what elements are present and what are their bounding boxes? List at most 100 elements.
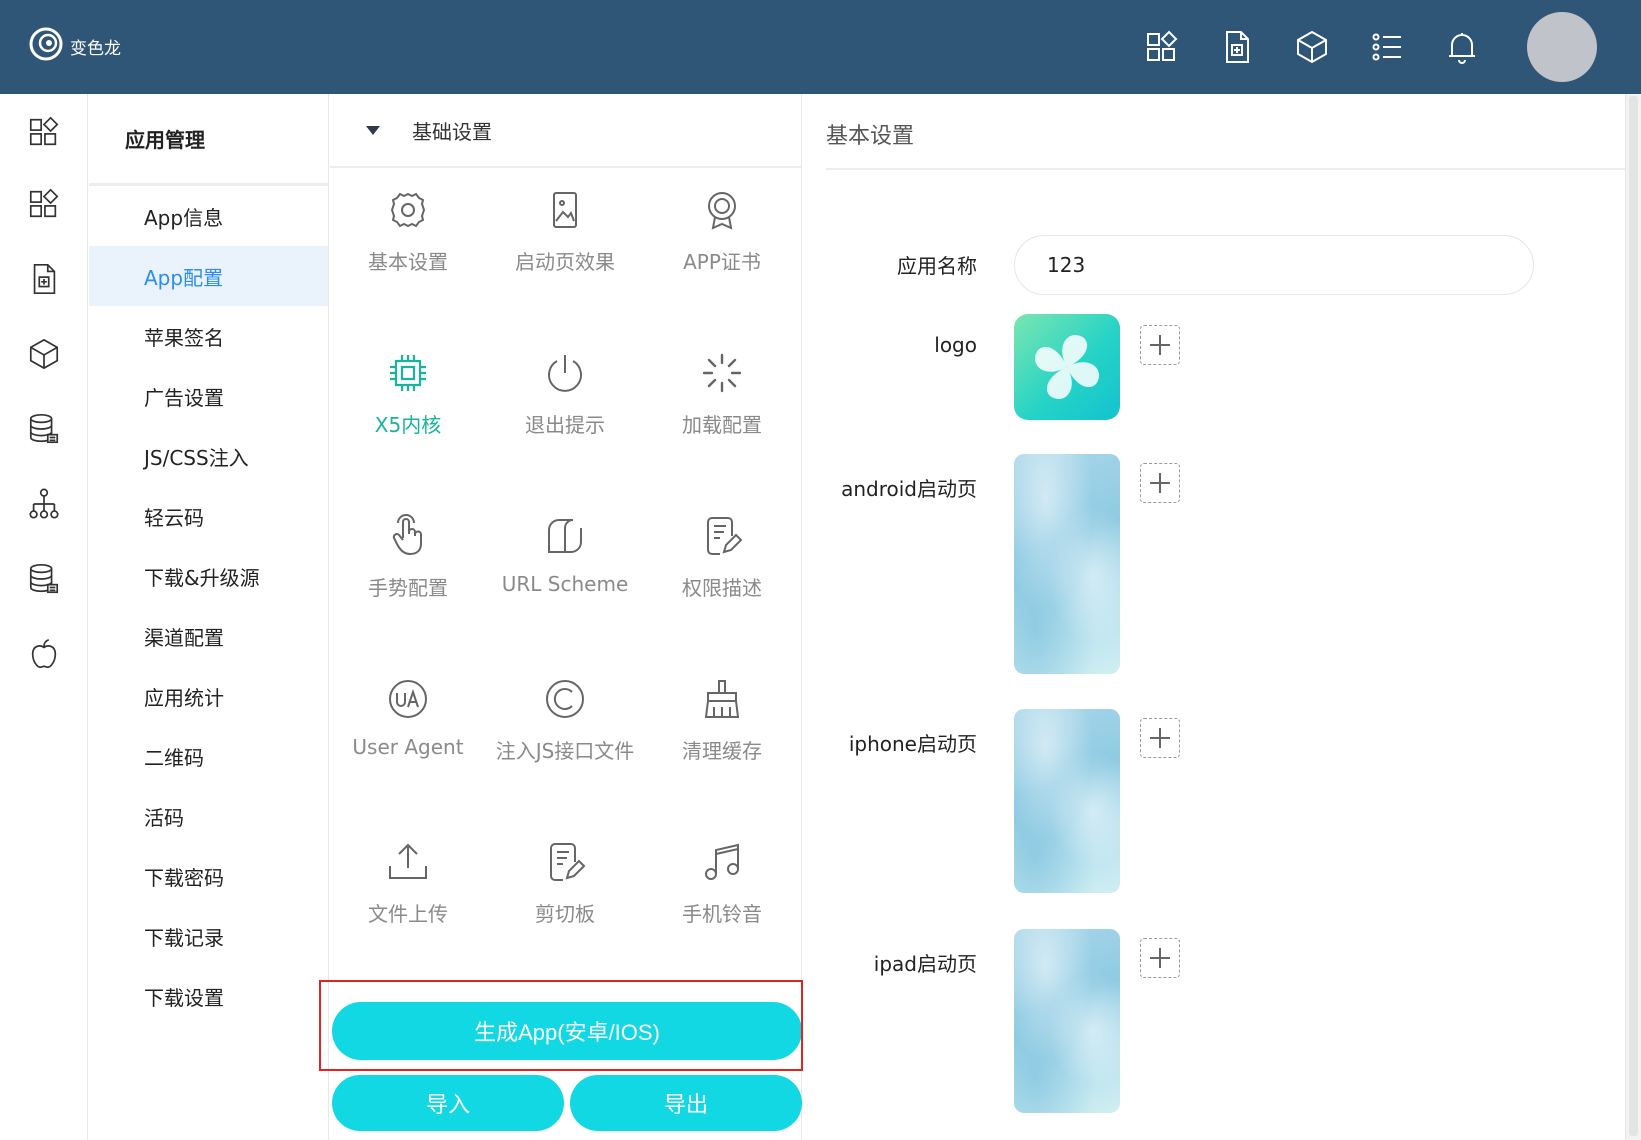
vertical-scrollbar[interactable] bbox=[1625, 94, 1641, 1140]
subnav-item-js-css-inject[interactable]: JS/CSS注入 bbox=[89, 426, 328, 486]
rail-hierarchy-icon[interactable] bbox=[0, 474, 88, 534]
music-icon bbox=[705, 843, 739, 880]
tile-splash-effect[interactable]: 启动页效果 bbox=[487, 174, 643, 294]
avatar[interactable] bbox=[1527, 12, 1597, 82]
loading-icon bbox=[702, 353, 742, 393]
tile-permission-desc[interactable]: 权限描述 bbox=[644, 500, 800, 620]
subnav-item-app-info[interactable]: App信息 bbox=[89, 186, 328, 246]
tile-label: 手机铃音 bbox=[682, 902, 762, 926]
ua-icon bbox=[389, 680, 427, 718]
subnav-item-download-records[interactable]: 下载记录 bbox=[89, 906, 328, 966]
rail-apple-icon[interactable] bbox=[0, 624, 88, 684]
tile-label: 退出提示 bbox=[525, 413, 605, 437]
logo-label: logo bbox=[934, 333, 977, 357]
subnav-item-live-code[interactable]: 活码 bbox=[89, 786, 328, 846]
panel-title: 基本设置 bbox=[826, 124, 915, 149]
plus-icon bbox=[1150, 948, 1170, 968]
tile-clear-cache[interactable]: 清理缓存 bbox=[644, 663, 800, 783]
scrollbar-thumb[interactable] bbox=[1629, 96, 1638, 1136]
android-splash-add-button[interactable] bbox=[1140, 463, 1180, 503]
tile-label: 注入JS接口文件 bbox=[495, 739, 635, 763]
clipboard-icon bbox=[550, 843, 586, 881]
broom-icon bbox=[704, 680, 740, 718]
cube-icon[interactable] bbox=[1274, 0, 1349, 94]
rail-document-icon[interactable] bbox=[0, 249, 88, 309]
tile-label: X5内核 bbox=[374, 413, 442, 437]
tile-label: User Agent bbox=[352, 735, 464, 759]
subnav-item-channel-config[interactable]: 渠道配置 bbox=[89, 606, 328, 666]
subnav-item-download-password[interactable]: 下载密码 bbox=[89, 846, 328, 906]
tile-label: 剪切板 bbox=[535, 902, 595, 926]
plus-icon bbox=[1150, 728, 1170, 748]
subnav-item-download-settings[interactable]: 下载设置 bbox=[89, 966, 328, 1026]
power-icon bbox=[548, 355, 582, 392]
app-name-label: 应用名称 bbox=[897, 254, 977, 278]
tile-label: 权限描述 bbox=[682, 576, 762, 600]
plus-icon bbox=[1150, 335, 1170, 355]
export-button[interactable]: 导出 bbox=[570, 1075, 802, 1131]
tile-label: URL Scheme bbox=[501, 572, 629, 596]
subnav-item-light-cloud-code[interactable]: 轻云码 bbox=[89, 486, 328, 546]
divider bbox=[826, 168, 1626, 170]
document-icon[interactable] bbox=[1199, 0, 1274, 94]
gear-icon bbox=[390, 192, 426, 228]
tile-label: 加载配置 bbox=[682, 413, 762, 437]
tile-user-agent[interactable]: User Agent bbox=[330, 663, 486, 783]
tile-ringtone[interactable]: 手机铃音 bbox=[644, 826, 800, 946]
rail-cube-icon[interactable] bbox=[0, 324, 88, 384]
section-header[interactable]: 基础设置 bbox=[330, 94, 801, 168]
top-bar: 变色龙 bbox=[0, 0, 1641, 94]
tile-label: 启动页效果 bbox=[515, 250, 615, 274]
subnav-item-qrcode[interactable]: 二维码 bbox=[89, 726, 328, 786]
upload-icon bbox=[389, 843, 427, 879]
tile-url-scheme[interactable]: URL Scheme bbox=[487, 500, 643, 620]
app-logo-image[interactable] bbox=[1014, 314, 1120, 420]
plus-icon bbox=[1150, 473, 1170, 493]
android-splash-image[interactable] bbox=[1014, 454, 1120, 674]
subnav-item-download-upgrade[interactable]: 下载&升级源 bbox=[89, 546, 328, 606]
image-icon bbox=[553, 192, 577, 228]
tile-exit-prompt[interactable]: 退出提示 bbox=[487, 337, 643, 457]
rail-database-alt-icon[interactable] bbox=[0, 549, 88, 609]
copyright-icon bbox=[546, 680, 584, 718]
edit-doc-icon bbox=[707, 517, 743, 555]
import-button[interactable]: 导入 bbox=[332, 1075, 564, 1131]
iphone-splash-add-button[interactable] bbox=[1140, 718, 1180, 758]
tile-x5-kernel[interactable]: X5内核 bbox=[330, 337, 486, 457]
scheme-icon bbox=[548, 519, 582, 553]
subnav-item-app-config[interactable]: App配置 bbox=[89, 246, 328, 306]
iphone-splash-label: iphone启动页 bbox=[848, 732, 977, 756]
tile-label: 文件上传 bbox=[368, 902, 448, 926]
tile-gesture-config[interactable]: 手势配置 bbox=[330, 500, 486, 620]
brand[interactable]: 变色龙 bbox=[28, 26, 121, 67]
subnav-item-apple-sign[interactable]: 苹果签名 bbox=[89, 306, 328, 366]
caret-down-icon bbox=[366, 125, 380, 135]
tile-inject-js-file[interactable]: 注入JS接口文件 bbox=[487, 663, 643, 783]
icon-rail bbox=[0, 94, 88, 1140]
pinwheel-logo-icon bbox=[1034, 334, 1100, 400]
ipad-splash-image[interactable] bbox=[1014, 929, 1120, 1113]
iphone-splash-image[interactable] bbox=[1014, 709, 1120, 893]
generate-app-button[interactable]: 生成App(安卓/IOS) bbox=[332, 1002, 802, 1060]
logo-add-button[interactable] bbox=[1140, 325, 1180, 365]
tile-basic-settings[interactable]: 基本设置 bbox=[330, 174, 486, 294]
certificate-icon bbox=[708, 192, 736, 230]
sub-navigation: 应用管理 App信息 App配置 苹果签名 广告设置 JS/CSS注入 轻云码 … bbox=[89, 94, 329, 1140]
chip-icon bbox=[390, 355, 426, 391]
apps-icon[interactable] bbox=[1124, 0, 1199, 94]
rail-database-icon[interactable] bbox=[0, 399, 88, 459]
bell-icon[interactable] bbox=[1424, 0, 1499, 94]
tile-file-upload[interactable]: 文件上传 bbox=[330, 826, 486, 946]
tile-clipboard[interactable]: 剪切板 bbox=[487, 826, 643, 946]
rail-apps-alt-icon[interactable] bbox=[0, 174, 88, 234]
rail-apps-icon[interactable] bbox=[0, 102, 88, 162]
app-name-input[interactable] bbox=[1014, 235, 1534, 295]
subnav-item-app-stats[interactable]: 应用统计 bbox=[89, 666, 328, 726]
list-icon[interactable] bbox=[1349, 0, 1424, 94]
subnav-item-ad-settings[interactable]: 广告设置 bbox=[89, 366, 328, 426]
brand-name: 变色龙 bbox=[70, 39, 121, 59]
tile-label: 清理缓存 bbox=[682, 739, 762, 763]
subnav-title: 应用管理 bbox=[89, 94, 328, 186]
ipad-splash-add-button[interactable] bbox=[1140, 938, 1180, 978]
tile-label: 手势配置 bbox=[368, 576, 448, 600]
